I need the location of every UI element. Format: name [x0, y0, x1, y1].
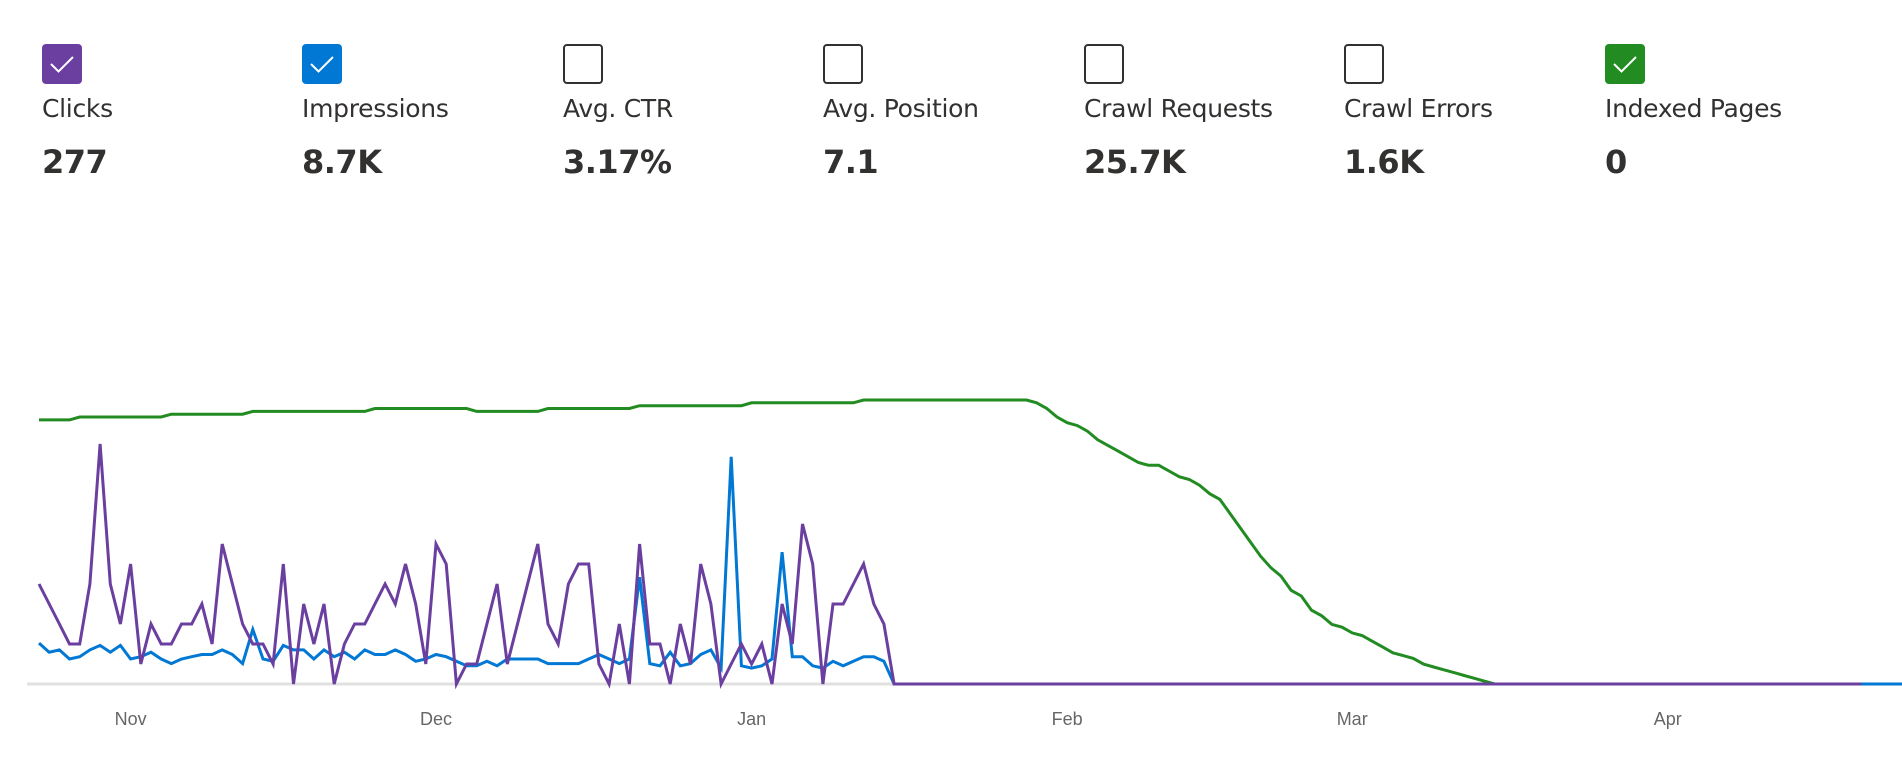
series-layer — [37, 398, 1902, 690]
metric-label: Crawl Errors — [1344, 94, 1493, 123]
checkmark-icon — [310, 56, 334, 73]
metric-clicks[interactable]: Clicks 277 — [42, 44, 292, 181]
metric-value: 7.1 — [823, 143, 879, 181]
series-line-impressions — [38, 456, 1902, 686]
metric-label: Impressions — [302, 94, 449, 123]
x-axis-ticks: Nov Dec Jan Feb Mar Apr — [115, 709, 1682, 729]
checkbox-clicks[interactable] — [42, 44, 82, 84]
metric-avg-ctr[interactable]: Avg. CTR 3.17% — [563, 44, 813, 181]
metric-label: Avg. CTR — [563, 94, 673, 123]
metric-label: Avg. Position — [823, 94, 979, 123]
metric-value: 25.7K — [1084, 143, 1186, 181]
metric-value: 0 — [1605, 143, 1627, 181]
x-tick-label-jan: Jan — [737, 709, 766, 729]
metric-selector-bar: Clicks 277 Impressions 8.7K Avg. CTR 3.1… — [0, 0, 1902, 200]
metric-value: 277 — [42, 143, 108, 181]
metric-crawl-errors[interactable]: Crawl Errors 1.6K — [1344, 44, 1594, 181]
metric-value: 3.17% — [563, 143, 672, 181]
metric-label: Indexed Pages — [1605, 94, 1782, 123]
metric-crawl-requests[interactable]: Crawl Requests 25.7K — [1084, 44, 1334, 181]
metric-impressions[interactable]: Impressions 8.7K — [302, 44, 552, 181]
x-tick-label-dec: Dec — [420, 709, 452, 729]
metric-label: Clicks — [42, 94, 113, 123]
x-tick-label-mar: Mar — [1337, 709, 1368, 729]
series-line-clicks — [37, 443, 1862, 690]
checkmark-icon — [50, 56, 74, 73]
checkbox-avg-position[interactable] — [823, 44, 863, 84]
metric-value: 1.6K — [1344, 143, 1424, 181]
line-chart: Nov Dec Jan Feb Mar Apr — [27, 398, 1902, 729]
metric-avg-position[interactable]: Avg. Position 7.1 — [823, 44, 1073, 181]
metric-value: 8.7K — [302, 143, 382, 181]
checkbox-avg-ctr[interactable] — [563, 44, 603, 84]
metric-indexed-pages[interactable]: Indexed Pages 0 — [1605, 44, 1855, 181]
checkbox-indexed-pages[interactable] — [1605, 44, 1645, 84]
metric-label: Crawl Requests — [1084, 94, 1273, 123]
x-tick-label-apr: Apr — [1654, 709, 1682, 729]
checkbox-crawl-requests[interactable] — [1084, 44, 1124, 84]
checkbox-crawl-errors[interactable] — [1344, 44, 1384, 84]
checkmark-icon — [1613, 56, 1637, 73]
checkbox-impressions[interactable] — [302, 44, 342, 84]
x-tick-label-nov: Nov — [115, 709, 147, 729]
x-tick-label-feb: Feb — [1052, 709, 1083, 729]
